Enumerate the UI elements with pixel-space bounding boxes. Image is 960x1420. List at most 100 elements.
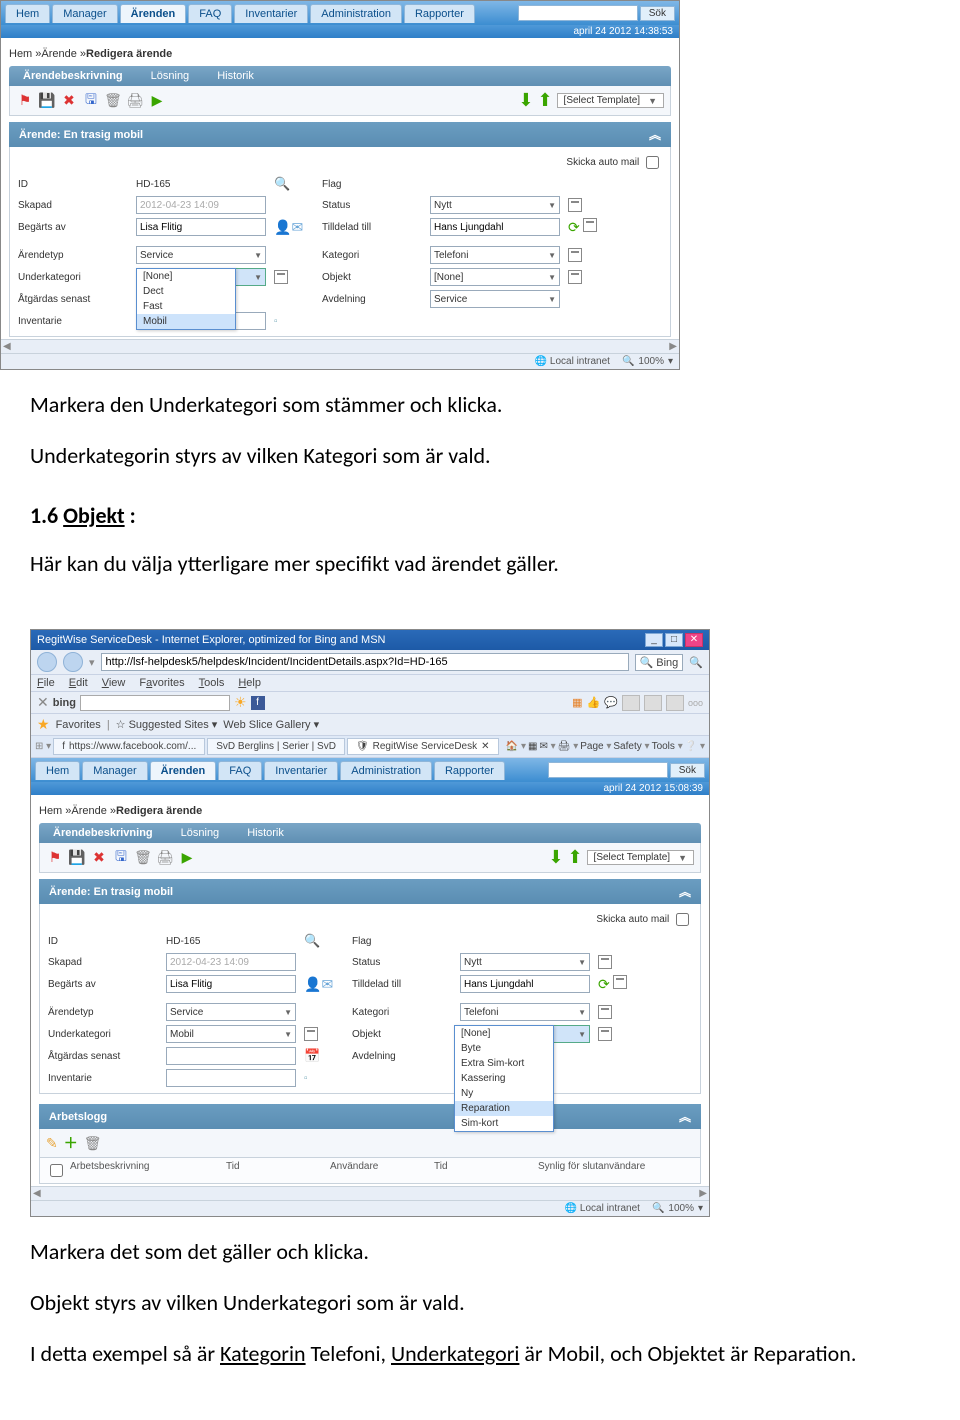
tool-icon[interactable] bbox=[666, 695, 684, 711]
avdelning-select[interactable]: Service▼ bbox=[430, 290, 560, 308]
weather-icon[interactable]: ☀ bbox=[234, 694, 247, 711]
dropdown-option[interactable]: Fast bbox=[137, 299, 235, 314]
trash-icon[interactable]: 🗑 bbox=[134, 849, 152, 867]
facebook-icon[interactable]: f bbox=[251, 696, 265, 710]
atgardas-input[interactable] bbox=[166, 1047, 296, 1065]
browser-tab[interactable]: fhttps://www.facebook.com/... bbox=[53, 738, 205, 755]
save-as-icon[interactable]: 🖫 bbox=[82, 92, 100, 110]
menu-edit[interactable]: Edit bbox=[69, 677, 88, 689]
search-button[interactable]: Sök bbox=[640, 6, 675, 21]
minimize-button[interactable]: _ bbox=[645, 633, 663, 647]
browser-tab[interactable]: 🛡RegitWise ServiceDesk✕ bbox=[347, 738, 499, 755]
flag-icon[interactable]: ⚑ bbox=[16, 92, 34, 110]
nav-tab-rapporter[interactable]: Rapporter bbox=[404, 4, 475, 23]
suggested-sites[interactable]: ☆ Suggested Sites ▾ bbox=[116, 718, 218, 731]
nav-tab-faq[interactable]: FAQ bbox=[218, 761, 262, 780]
save-icon[interactable]: 💾 bbox=[68, 849, 86, 867]
nav-tab-hem[interactable]: Hem bbox=[5, 4, 50, 23]
nav-tab-administration[interactable]: Administration bbox=[310, 4, 402, 23]
status-select[interactable]: Nytt▼ bbox=[430, 196, 560, 214]
nav-tab-inventarier[interactable]: Inventarier bbox=[264, 761, 338, 780]
page-icon[interactable] bbox=[568, 270, 582, 284]
safety-menu[interactable]: Safety ▾ bbox=[613, 741, 649, 752]
nav-tab-faq[interactable]: FAQ bbox=[188, 4, 232, 23]
inventory-icon[interactable]: ▫ bbox=[274, 316, 314, 327]
inventarie-input[interactable] bbox=[166, 1069, 296, 1087]
dropdown-option[interactable]: Reparation bbox=[455, 1101, 553, 1116]
subnav-historik[interactable]: Historik bbox=[217, 70, 254, 82]
underkategori-dropdown[interactable]: [None] Dect Fast Mobil bbox=[136, 268, 236, 330]
collapse-icon[interactable]: ︽ bbox=[679, 883, 691, 900]
user-icon[interactable]: 👤 bbox=[274, 219, 291, 235]
page-icon[interactable] bbox=[613, 975, 627, 989]
tools-menu[interactable]: Tools ▾ bbox=[652, 741, 683, 752]
subnav-historik[interactable]: Historik bbox=[247, 827, 284, 839]
dropdown-option[interactable]: [None] bbox=[137, 269, 235, 284]
arrow-up-icon[interactable]: ⬆ bbox=[567, 847, 582, 868]
favorites-icon[interactable]: ★ bbox=[37, 716, 50, 733]
begarts-input[interactable] bbox=[166, 975, 296, 993]
arrow-up-icon[interactable]: ⬆ bbox=[537, 90, 552, 111]
mail-icon[interactable]: ✉ bbox=[321, 976, 333, 992]
trash-icon[interactable]: 🗑 bbox=[104, 92, 122, 110]
collapse-icon[interactable]: ︽ bbox=[679, 1108, 691, 1125]
nav-tab-manager[interactable]: Manager bbox=[82, 761, 147, 780]
url-input[interactable] bbox=[101, 653, 629, 671]
dropdown-option[interactable]: Kassering bbox=[455, 1071, 553, 1086]
page-icon[interactable] bbox=[583, 218, 597, 232]
dropdown-option[interactable]: Sim-kort bbox=[455, 1116, 553, 1131]
trash-icon[interactable]: 🗑 bbox=[84, 1135, 102, 1152]
edit-icon[interactable]: ✎ bbox=[46, 1135, 58, 1152]
page-menu[interactable]: Page ▾ bbox=[580, 741, 611, 752]
skapad-input[interactable] bbox=[166, 953, 296, 971]
mail-icon[interactable]: ✉ bbox=[291, 219, 303, 235]
browser-tab[interactable]: SvD Berglins | Serier | SvD bbox=[207, 738, 345, 755]
delete-icon[interactable]: ✖ bbox=[60, 92, 78, 110]
thumb-icon[interactable]: 👍 bbox=[587, 696, 601, 709]
page-icon[interactable] bbox=[304, 1027, 318, 1041]
tool-icon[interactable] bbox=[622, 695, 640, 711]
arrow-down-icon[interactable]: ⬇ bbox=[518, 90, 533, 111]
dropdown-option[interactable]: Extra Sim-kort bbox=[455, 1056, 553, 1071]
close-icon[interactable]: ✕ bbox=[37, 694, 49, 711]
zoom-control[interactable]: 🔍 100% ▾ bbox=[622, 356, 673, 367]
close-button[interactable]: ✕ bbox=[685, 633, 703, 647]
subnav-arendebeskrivning[interactable]: Ärendebeskrivning bbox=[53, 827, 153, 839]
page-icon[interactable] bbox=[598, 1005, 612, 1019]
maximize-button[interactable]: □ bbox=[665, 633, 683, 647]
search-icon[interactable]: 🔍 bbox=[689, 656, 703, 669]
play-icon[interactable]: ▶ bbox=[178, 849, 196, 867]
template-select[interactable]: [Select Template]▼ bbox=[557, 93, 664, 108]
chat-icon[interactable]: 💬 bbox=[604, 696, 618, 709]
calendar-icon[interactable]: 📅 bbox=[304, 1048, 344, 1064]
global-search-input[interactable] bbox=[518, 5, 638, 21]
nav-tab-hem[interactable]: Hem bbox=[35, 761, 80, 780]
menu-file[interactable]: File bbox=[37, 677, 55, 689]
save-icon[interactable]: 💾 bbox=[38, 92, 56, 110]
dropdown-option[interactable]: Mobil bbox=[137, 314, 235, 329]
nav-tab-inventarier[interactable]: Inventarier bbox=[234, 4, 308, 23]
menu-tools[interactable]: Tools bbox=[199, 677, 225, 689]
search-engine[interactable]: 🔍 Bing bbox=[635, 654, 684, 671]
dropdown-option[interactable]: [None] bbox=[455, 1026, 553, 1041]
tilldelad-input[interactable] bbox=[460, 975, 590, 993]
search-button[interactable]: Sök bbox=[670, 763, 705, 778]
template-select[interactable]: [Select Template]▼ bbox=[587, 850, 694, 865]
underkategori-select[interactable]: Mobil▼ bbox=[166, 1025, 296, 1043]
delete-icon[interactable]: ✖ bbox=[90, 849, 108, 867]
refresh-icon[interactable]: ⟳ bbox=[598, 976, 610, 992]
status-select[interactable]: Nytt▼ bbox=[460, 953, 590, 971]
forward-button[interactable] bbox=[63, 652, 83, 672]
begarts-input[interactable] bbox=[136, 218, 266, 236]
save-as-icon[interactable]: 🖫 bbox=[112, 849, 130, 867]
web-slice-gallery[interactable]: Web Slice Gallery ▾ bbox=[223, 718, 319, 731]
objekt-select[interactable]: [None]▼ bbox=[430, 268, 560, 286]
back-button[interactable] bbox=[37, 652, 57, 672]
nav-tab-arenden[interactable]: Ärenden bbox=[120, 4, 187, 23]
horizontal-scrollbar[interactable]: ◀▶ bbox=[31, 1186, 709, 1200]
page-icon[interactable] bbox=[274, 270, 288, 284]
collapse-icon[interactable]: ︽ bbox=[649, 126, 661, 143]
page-icon[interactable] bbox=[598, 955, 612, 969]
menu-favorites[interactable]: Favorites bbox=[139, 677, 184, 689]
kategori-select[interactable]: Telefoni▼ bbox=[460, 1003, 590, 1021]
